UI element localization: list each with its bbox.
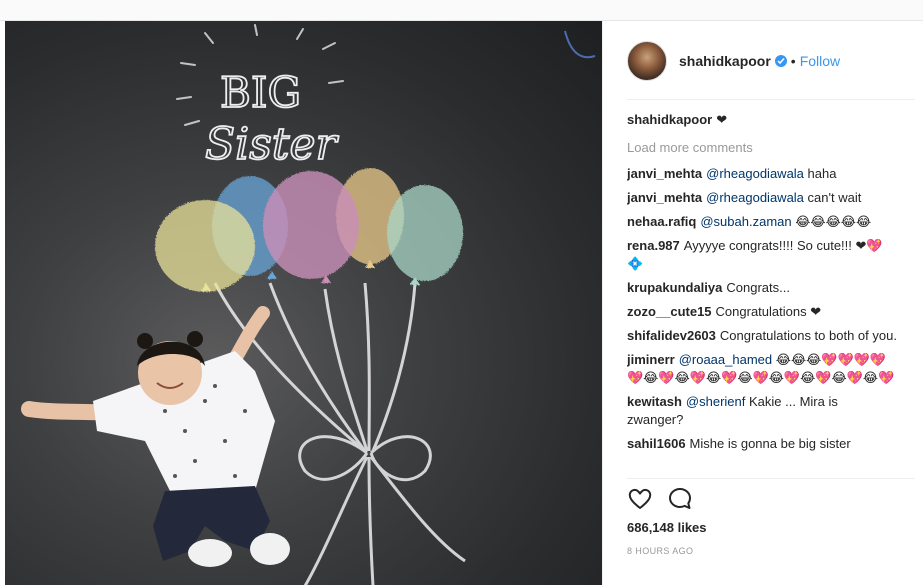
comment-username[interactable]: sahil1606	[627, 436, 686, 451]
comment-username[interactable]: shifalidev2603	[627, 328, 716, 343]
comment-username[interactable]: kewitash	[627, 394, 682, 409]
comment-item: zozo__cute15 Congratulations ❤	[627, 303, 897, 321]
caption: shahidkapoor ❤	[627, 111, 897, 129]
likes-count[interactable]: 686,148 likes	[627, 520, 707, 535]
comment-item: krupakundaliya Congrats...	[627, 279, 897, 297]
balloon-pink	[263, 171, 359, 279]
comment-text: 😂😂😂😂😂	[795, 214, 872, 229]
comment-item: janvi_mehta @rheagodiawala haha	[627, 165, 897, 183]
heart-outline-icon[interactable]	[627, 486, 653, 512]
comment-text: Congratulations ❤	[715, 304, 822, 319]
comment-item: rena.987 Ayyyye congrats!!!! So cute!!! ❤…	[627, 237, 897, 273]
balloon-yellow	[155, 200, 255, 292]
chalk-title-sister: Sister	[205, 119, 340, 170]
comment-username[interactable]: krupakundaliya	[627, 280, 722, 295]
caption-username[interactable]: shahidkapoor	[627, 112, 712, 127]
comment-username[interactable]: zozo__cute15	[627, 304, 712, 319]
comment-item: sahil1606 Mishe is gonna be big sister	[627, 435, 897, 453]
comment-mention[interactable]: @subah.zaman	[700, 214, 791, 229]
comments-list[interactable]: shahidkapoor ❤ Load more comments janvi_m…	[627, 111, 897, 476]
post-side-panel: shahidkapoor • Follow shahidkapoor ❤ Load…	[602, 21, 923, 585]
speech-bubble-icon[interactable]	[667, 486, 693, 512]
comment-username[interactable]: janvi_mehta	[627, 166, 702, 181]
header-divider	[627, 99, 915, 100]
comment-item: nehaa.rafiq @subah.zaman 😂😂😂😂😂	[627, 213, 897, 231]
child-figure	[21, 306, 290, 567]
comments-fade	[627, 462, 897, 476]
actions-divider	[627, 478, 915, 479]
comment-text: haha	[807, 166, 837, 181]
header-separator: •	[790, 53, 796, 69]
balloons	[155, 168, 463, 292]
comment-mention[interactable]: @sherienf	[686, 394, 745, 409]
comment-text: Congrats...	[726, 280, 790, 295]
post-timestamp[interactable]: 8 HOURS AGO	[627, 546, 693, 556]
header-username[interactable]: shahidkapoor	[679, 53, 771, 69]
comment-text: can't wait	[807, 190, 862, 205]
comment-username[interactable]: jiminerr	[627, 352, 675, 367]
comment-mention[interactable]: @rheagodiawala	[706, 190, 804, 205]
chalkboard-illustration: BIG Sister	[21, 24, 596, 585]
comment-text: Mishe is gonna be big sister	[689, 436, 851, 451]
comment-mention[interactable]: @rheagodiawala	[706, 166, 804, 181]
balloon-teal	[387, 185, 463, 281]
comment-username[interactable]: nehaa.rafiq	[627, 214, 696, 229]
comment-text: Congratulations to both of you.	[719, 328, 897, 343]
comment-item: kewitash @sherienf Kakie ... Mira is zwan…	[627, 393, 897, 429]
load-more-comments-link[interactable]: Load more comments	[627, 139, 897, 157]
comment-item: janvi_mehta @rheagodiawala can't wait	[627, 189, 897, 207]
instagram-post: BIG Sister shahidkapoor • Follow shahidk…	[0, 20, 923, 585]
caption-text: ❤	[716, 112, 728, 127]
chalk-title-big: BIG	[220, 68, 301, 117]
comment-mention[interactable]: @roaaa_hamed	[679, 352, 772, 367]
comment-username[interactable]: janvi_mehta	[627, 190, 702, 205]
comment-username[interactable]: rena.987	[627, 238, 680, 253]
comment-item: jiminerr @roaaa_hamed 😂😂😂💖💖💖💖💖😂💖😂💖😂💖😂💖😂💖😂…	[627, 351, 897, 387]
follow-button[interactable]: Follow	[800, 53, 840, 69]
post-header: shahidkapoor • Follow	[627, 41, 915, 81]
post-actions	[627, 486, 693, 512]
verified-badge-icon	[774, 55, 787, 67]
avatar[interactable]	[627, 41, 667, 81]
comment-item: shifalidev2603 Congratulations to both of…	[627, 327, 897, 345]
post-photo[interactable]: BIG Sister	[5, 21, 602, 585]
